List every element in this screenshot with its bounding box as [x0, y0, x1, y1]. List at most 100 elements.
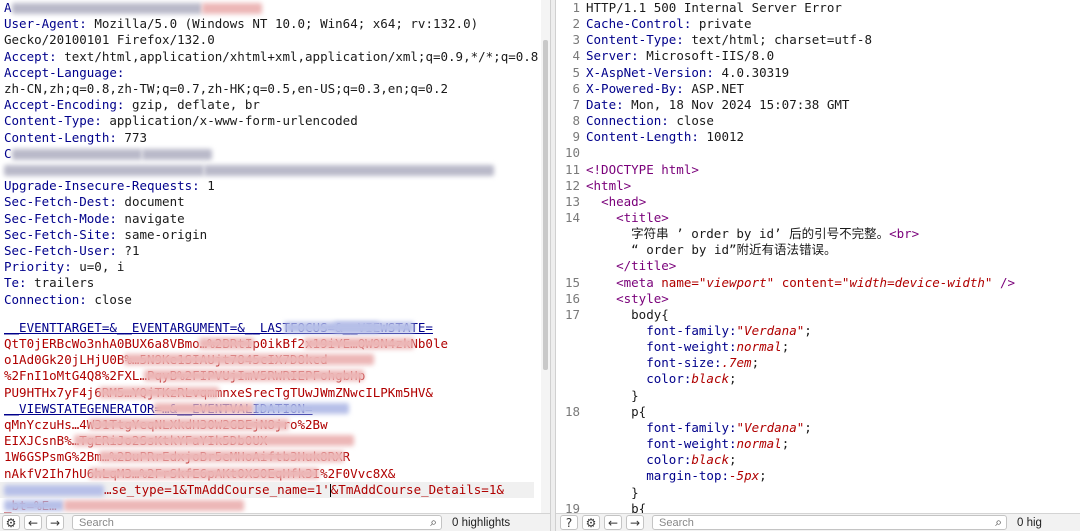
- redacted-region: [144, 370, 364, 382]
- response-line[interactable]: 12 <html>: [556, 178, 1080, 194]
- header-value: ASP.NET: [683, 80, 745, 96]
- redacted-region: [201, 3, 262, 14]
- request-header-line[interactable]: Sec-Fetch-Site: same-origin: [4, 227, 207, 243]
- css-property: color:: [646, 371, 692, 387]
- gear-icon[interactable]: ⚙: [582, 515, 600, 530]
- request-header-line[interactable]: Gecko/20100101 Firefox/132.0: [4, 32, 215, 48]
- response-line[interactable]: }: [556, 485, 1080, 501]
- request-header-line[interactable]: User-Agent: Mozilla/5.0 (Windows NT 10.0…: [4, 16, 478, 32]
- response-line[interactable]: 4 Server: Microsoft-IIS/8.0: [556, 48, 1080, 64]
- response-line[interactable]: 18 p{: [556, 404, 1080, 420]
- request-editor[interactable]: A User-Agent: Mozilla/5.0 (Windows NT 10.…: [0, 0, 541, 513]
- response-line[interactable]: color:black;: [556, 452, 1080, 468]
- response-line[interactable]: 16 <style>: [556, 291, 1080, 307]
- response-line[interactable]: font-weight:normal;: [556, 339, 1080, 355]
- help-icon[interactable]: ?: [560, 515, 578, 530]
- request-header-line[interactable]: Sec-Fetch-Mode: navigate: [4, 211, 185, 227]
- arrow-right-icon[interactable]: →: [626, 515, 644, 530]
- magnifier-icon[interactable]: ⌕: [430, 515, 437, 529]
- redacted-region: [154, 402, 254, 414]
- tag: <html>: [586, 177, 632, 193]
- css-property: font-weight:: [646, 339, 737, 355]
- redacted-region: [204, 165, 494, 176]
- response-line[interactable]: 9 Content-Length: 10012: [556, 129, 1080, 145]
- request-header-line[interactable]: Accept: text/html,application/xhtml+xml,…: [4, 49, 538, 65]
- line-number: 16: [564, 290, 580, 306]
- redacted-region: [304, 338, 414, 349]
- response-viewer[interactable]: 1 HTTP/1.1 500 Internal Server Error 2 Cach…: [556, 0, 1080, 513]
- response-line[interactable]: font-size:.7em;: [556, 355, 1080, 371]
- request-header-line[interactable]: Connection: close: [4, 292, 132, 308]
- request-body-active-line[interactable]: …se_type=1&TmAddCourse_name=1'&TmAddCour…: [0, 481, 534, 498]
- response-line[interactable]: 15 <meta name="viewport" content="width=…: [556, 275, 1080, 291]
- request-header-line[interactable]: zh-CN,zh;q=0.8,zh-TW;q=0.7,zh-HK;q=0.5,e…: [4, 81, 448, 97]
- response-line[interactable]: </title>: [556, 258, 1080, 274]
- header-name: Sec-Fetch-Site:: [4, 226, 117, 242]
- header-value: zh-CN,zh;q=0.8,zh-TW;q=0.7,zh-HK;q=0.5,e…: [4, 81, 449, 96]
- tag: <!DOCTYPE html>: [586, 161, 699, 177]
- arrow-right-icon[interactable]: →: [46, 515, 64, 530]
- request-header-line[interactable]: Sec-Fetch-Dest: document: [4, 194, 185, 210]
- response-line[interactable]: margin-top:-5px;: [556, 468, 1080, 484]
- request-header-line[interactable]: [4, 162, 494, 178]
- request-header-line[interactable]: Accept-Language:: [4, 65, 124, 81]
- response-line[interactable]: 19 b{: [556, 501, 1080, 513]
- header-name: Connection:: [586, 113, 669, 129]
- request-header-line[interactable]: Upgrade-Insecure-Requests: 1: [4, 178, 215, 194]
- request-header-line[interactable]: Accept-Encoding: gzip, deflate, br: [4, 97, 260, 113]
- arrow-left-icon[interactable]: ←: [24, 515, 42, 530]
- response-line[interactable]: 2 Cache-Control: private: [556, 16, 1080, 32]
- response-search-bar: ? ⚙ ← → Search ⌕ 0 hig: [556, 513, 1080, 531]
- response-line[interactable]: 1 HTTP/1.1 500 Internal Server Error: [556, 0, 1080, 16]
- response-line[interactable]: 3 Content-Type: text/html; charset=utf-8: [556, 32, 1080, 48]
- response-line[interactable]: }: [556, 388, 1080, 404]
- header-name: Date:: [586, 96, 624, 112]
- response-line[interactable]: 17 body{: [556, 307, 1080, 323]
- header-name: Sec-Fetch-Mode:: [4, 210, 117, 226]
- response-line[interactable]: font-family:"Verdana";: [556, 420, 1080, 436]
- response-line[interactable]: 14 <title>: [556, 210, 1080, 226]
- request-header-line[interactable]: Priority: u=0, i: [4, 259, 124, 275]
- redacted-region: [124, 354, 374, 366]
- response-line[interactable]: 5 X-AspNet-Version: 4.0.30319: [556, 65, 1080, 81]
- response-line[interactable]: “ order by id”附近有语法错误。: [556, 242, 1080, 258]
- response-line[interactable]: color:black;: [556, 371, 1080, 387]
- arrow-left-icon[interactable]: ←: [604, 515, 622, 530]
- response-line[interactable]: font-weight:normal;: [556, 436, 1080, 452]
- request-header-line[interactable]: Sec-Fetch-User: ?1: [4, 243, 139, 259]
- request-header-line[interactable]: C: [4, 146, 212, 162]
- request-header-line[interactable]: Content-Length: 773: [4, 130, 147, 146]
- response-line[interactable]: 6 X-Powered-By: ASP.NET: [556, 81, 1080, 97]
- response-line[interactable]: 字符串 ’ order by id’ 后的引号不完整。<br>: [556, 226, 1080, 242]
- line-number: 12: [564, 177, 580, 193]
- request-header-line[interactable]: Content-Type: application/x-www-form-url…: [4, 113, 358, 129]
- redacted-region: [99, 386, 219, 398]
- request-header-line[interactable]: A: [4, 0, 262, 16]
- response-search-input[interactable]: Search ⌕: [652, 515, 1007, 530]
- response-line[interactable]: 8 Connection: close: [556, 113, 1080, 129]
- highlight-count: 0 highlights: [452, 516, 511, 529]
- magnifier-icon[interactable]: ⌕: [995, 515, 1002, 529]
- header-name: Accept:: [4, 48, 57, 64]
- line-number: 4: [572, 48, 580, 64]
- redacted-region: [254, 402, 349, 414]
- request-header-line[interactable]: Te: trailers: [4, 275, 94, 291]
- response-line[interactable]: 13 <head>: [556, 194, 1080, 210]
- redacted-region: [4, 165, 204, 176]
- response-line[interactable]: font-family:"Verdana";: [556, 323, 1080, 339]
- response-line[interactable]: 10: [556, 145, 1080, 161]
- header-value: u=0, i: [71, 259, 125, 275]
- response-line[interactable]: 11 <!DOCTYPE html>: [556, 162, 1080, 178]
- request-scrollbar-thumb[interactable]: [543, 40, 548, 370]
- search-placeholder: Search: [79, 517, 114, 529]
- request-search-input[interactable]: Search ⌕: [72, 515, 442, 530]
- response-line[interactable]: 7 Date: Mon, 18 Nov 2024 15:07:38 GMT: [556, 97, 1080, 113]
- gear-icon[interactable]: ⚙: [2, 515, 20, 530]
